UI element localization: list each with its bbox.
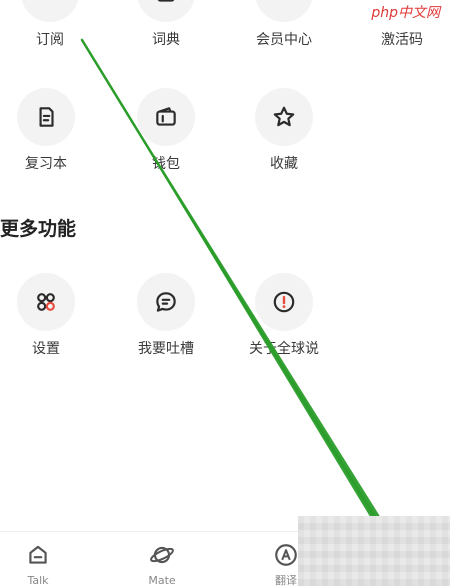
- home-icon: [29, 545, 47, 564]
- subscribe-label: 订阅: [36, 32, 64, 48]
- wallet-icon: [137, 88, 195, 146]
- dictionary-label: 词典: [152, 32, 180, 48]
- planet-icon: [150, 546, 174, 564]
- settings-grid-icon: [17, 273, 75, 331]
- about-info-icon: [255, 273, 313, 331]
- review-book-label: 复习本: [25, 156, 67, 172]
- subscribe-icon: [21, 0, 79, 22]
- translate-icon: [275, 544, 297, 566]
- review-book-tile[interactable]: 复习本: [0, 88, 96, 173]
- feedback-tile[interactable]: 我要吐槽: [116, 273, 216, 358]
- favorites-label: 收藏: [270, 156, 298, 172]
- about-label: 关于全球说: [249, 341, 319, 357]
- wallet-label: 钱包: [152, 156, 180, 172]
- site-watermark: php中文网: [367, 2, 444, 24]
- activation-code-label: 激活码: [381, 32, 423, 48]
- review-book-icon: [17, 88, 75, 146]
- vip-center-label: 会员中心: [256, 32, 312, 48]
- favorites-tile[interactable]: 收藏: [234, 88, 334, 173]
- more-features-title: 更多功能: [0, 218, 77, 240]
- feedback-bubble-icon: [137, 273, 195, 331]
- dictionary-icon: [137, 0, 195, 22]
- vip-center-tile[interactable]: 会员中心: [234, 0, 334, 49]
- dictionary-tile[interactable]: 词典: [116, 0, 216, 49]
- tab-mate[interactable]: Mate: [122, 542, 202, 588]
- tab-talk[interactable]: Talk: [0, 542, 78, 588]
- subscribe-tile[interactable]: 订阅: [0, 0, 100, 49]
- wallet-tile[interactable]: 钱包: [116, 88, 216, 173]
- blurred-region: [298, 516, 450, 586]
- about-tile[interactable]: 关于全球说: [234, 273, 334, 358]
- star-icon: [255, 88, 313, 146]
- feedback-label: 我要吐槽: [138, 341, 194, 357]
- vip-icon: [255, 0, 313, 22]
- settings-label: 设置: [32, 341, 60, 357]
- settings-tile[interactable]: 设置: [0, 273, 96, 358]
